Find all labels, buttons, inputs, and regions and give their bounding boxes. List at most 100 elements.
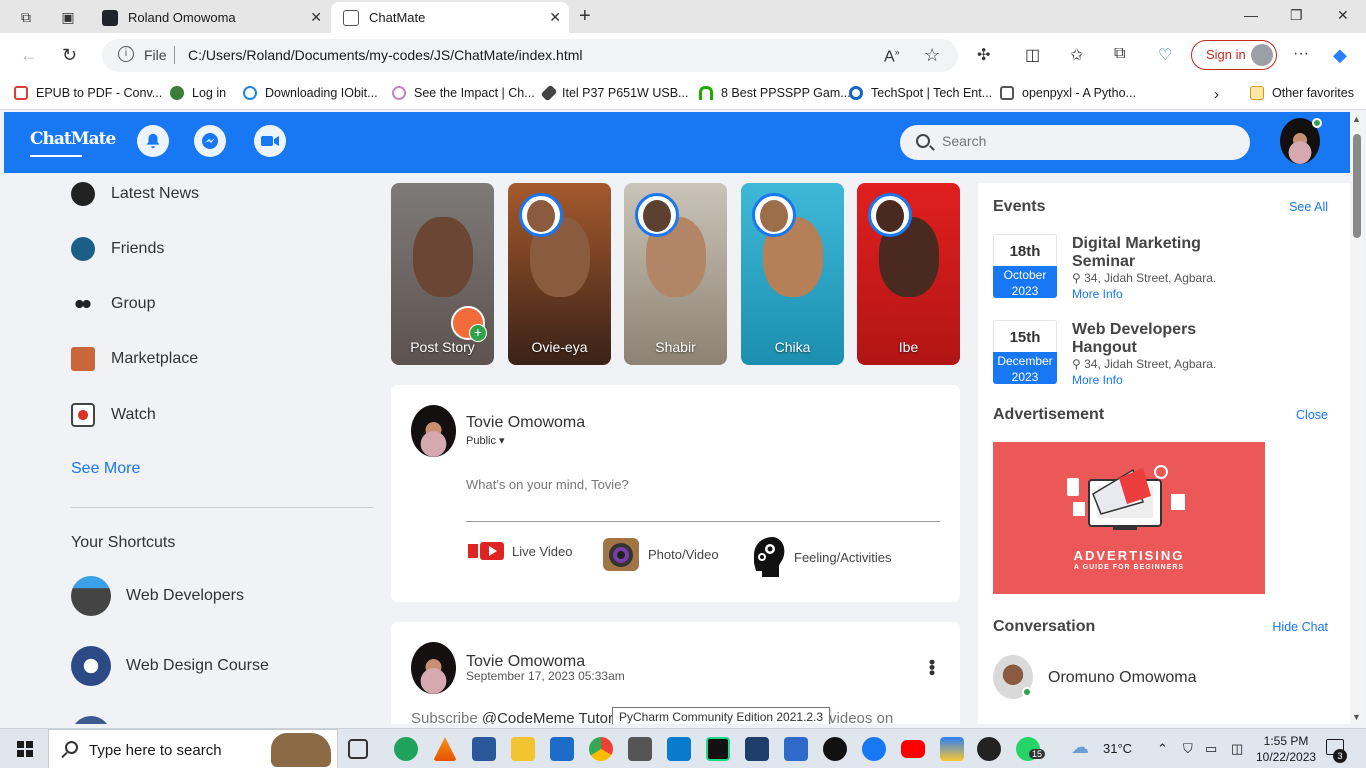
more-info-link[interactable]: More Info <box>1072 373 1123 387</box>
more-options-icon[interactable]: ••• <box>921 659 942 675</box>
calculator-icon[interactable] <box>628 737 652 761</box>
weather-cloud-icon[interactable]: ☁ <box>1071 737 1089 758</box>
youtube-icon[interactable] <box>901 740 925 758</box>
more-menu-icon[interactable]: ··· <box>1293 45 1309 63</box>
security-icon[interactable]: ⛉ <box>1183 741 1193 757</box>
app-logo[interactable]: ChatMate <box>30 129 116 157</box>
word-icon[interactable] <box>472 737 496 761</box>
story-shabir[interactable]: Shabir <box>624 183 727 365</box>
bookmark-item[interactable]: 8 Best PPSSPP Gam... <box>699 86 851 100</box>
taskbar-search[interactable]: Type here to search <box>48 729 338 768</box>
messenger-button[interactable] <box>194 125 226 157</box>
windows-start-icon[interactable] <box>17 741 33 757</box>
tab-chatmate[interactable]: ChatMate ✕ <box>331 2 569 33</box>
story-post-story[interactable]: Post Story <box>391 183 494 365</box>
add-story-icon[interactable] <box>451 306 487 342</box>
bookmarks-overflow-icon[interactable]: › <box>1214 86 1219 103</box>
minimize-icon[interactable]: — <box>1244 7 1258 23</box>
pycharm-icon[interactable] <box>706 737 730 761</box>
scroll-thumb[interactable] <box>1353 134 1361 238</box>
show-hidden-icons[interactable]: ⌃ <box>1157 741 1168 757</box>
privacy-dropdown[interactable]: Public ▾ <box>466 434 505 447</box>
shortcut-next[interactable] <box>71 716 126 724</box>
copilot-icon[interactable]: ◆ <box>1333 45 1347 66</box>
info-icon[interactable]: i <box>118 46 134 62</box>
sidebar-item-friends[interactable]: Friends <box>71 237 164 261</box>
sidebar-item-marketplace[interactable]: Marketplace <box>71 347 198 371</box>
task-view-icon[interactable] <box>348 739 368 759</box>
workspaces-icon[interactable]: ⧉ <box>16 7 36 27</box>
read-aloud-icon[interactable]: A» <box>884 47 900 66</box>
contact-name[interactable]: Oromuno Omowoma <box>1048 669 1197 687</box>
notifications-button[interactable] <box>137 125 169 157</box>
page-scrollbar[interactable]: ▲ ▼ <box>1350 112 1364 724</box>
story-ibe[interactable]: Ibe <box>857 183 960 365</box>
collections-icon[interactable]: ⧉ <box>1114 45 1125 63</box>
favorites-icon[interactable]: ✩ <box>1070 45 1083 65</box>
search-input[interactable] <box>942 133 1232 149</box>
sidebar-item-latest-news[interactable]: Latest News <box>71 182 199 206</box>
video-call-button[interactable] <box>254 125 286 157</box>
story-ovie-eya[interactable]: Ovie-eya <box>508 183 611 365</box>
url-text[interactable]: C:/Users/Roland/Documents/my-codes/JS/Ch… <box>188 47 582 63</box>
split-screen-icon[interactable]: ◫ <box>1025 45 1040 65</box>
bookmark-item[interactable]: openpyxl - A Pytho... <box>1000 86 1136 100</box>
see-more-link[interactable]: See More <box>71 460 140 478</box>
mention-link[interactable]: @CodeMeme Tutor <box>482 710 613 724</box>
more-info-link[interactable]: More Info <box>1072 287 1123 301</box>
see-all-link[interactable]: See All <box>1289 200 1328 214</box>
extensions-icon[interactable]: ✣ <box>977 45 990 65</box>
media-player-icon[interactable] <box>977 737 1001 761</box>
bookmark-item[interactable]: See the Impact | Ch... <box>392 86 535 100</box>
address-bar[interactable]: i File C:/Users/Roland/Documents/my-code… <box>102 39 958 72</box>
photo-video-button[interactable]: Photo/Video <box>602 535 719 573</box>
bookmark-item[interactable]: Itel P37 P651W USB... <box>540 84 688 102</box>
live-video-button[interactable]: Live Video <box>468 540 572 562</box>
vertical-tabs-icon[interactable]: ▣ <box>58 7 78 27</box>
facebook-icon[interactable] <box>862 737 886 761</box>
sign-in-button[interactable]: Sign in <box>1191 40 1277 70</box>
profile-avatar[interactable] <box>1280 118 1322 164</box>
story-chika[interactable]: Chika <box>741 183 844 365</box>
scroll-up-icon[interactable]: ▲ <box>1352 114 1361 124</box>
network-icon[interactable]: ◫ <box>1231 741 1243 757</box>
browser-essentials-icon[interactable]: ♡ <box>1158 45 1172 65</box>
github-icon[interactable] <box>823 737 847 761</box>
clock[interactable]: 1:55 PM 10/22/2023 <box>1256 733 1316 765</box>
ad-banner[interactable]: ADVERTISING A GUIDE FOR BEGINNERS <box>993 442 1265 594</box>
file-explorer-icon[interactable] <box>511 737 535 761</box>
close-tab-icon[interactable]: ✕ <box>310 9 322 26</box>
poster-name[interactable]: Tovie Omowoma <box>466 414 585 432</box>
feeling-activities-button[interactable]: Feeling/Activities <box>748 535 892 579</box>
chrome-icon[interactable] <box>589 737 613 761</box>
scroll-down-icon[interactable]: ▼ <box>1352 712 1361 722</box>
bookmark-item[interactable]: TechSpot | Tech Ent... <box>849 86 992 100</box>
battery-icon[interactable]: ▭ <box>1205 741 1217 757</box>
new-tab-icon[interactable]: + <box>579 5 591 28</box>
close-window-icon[interactable]: ✕ <box>1337 7 1349 24</box>
sidebar-item-group[interactable]: Group <box>71 292 155 316</box>
refresh-icon[interactable]: ↻ <box>62 45 77 66</box>
hide-chat-link[interactable]: Hide Chat <box>1272 620 1328 634</box>
vlc-icon[interactable] <box>433 737 457 761</box>
back-icon[interactable]: ← <box>20 45 38 66</box>
store-icon[interactable] <box>784 737 808 761</box>
sidebar-item-watch[interactable]: Watch <box>71 403 156 427</box>
tab-roland-omowoma[interactable]: Roland Omowoma ✕ <box>90 2 330 33</box>
shortcut-web-developers[interactable]: Web Developers <box>71 576 244 616</box>
close-ad-link[interactable]: Close <box>1296 408 1328 422</box>
close-tab-icon[interactable]: ✕ <box>549 9 561 26</box>
shortcut-web-design-course[interactable]: Web Design Course <box>71 646 269 686</box>
bookmark-item[interactable]: EPUB to PDF - Conv... <box>14 86 162 100</box>
post-input[interactable] <box>466 477 866 492</box>
mail-icon[interactable] <box>550 737 574 761</box>
notepad-icon[interactable] <box>745 737 769 761</box>
weather-temp[interactable]: 31°C <box>1103 741 1132 756</box>
bookmark-item[interactable]: Downloading IObit... <box>243 86 378 100</box>
photos-icon[interactable] <box>940 737 964 761</box>
favorite-star-icon[interactable]: ☆ <box>924 45 940 66</box>
other-favorites[interactable]: Other favorites <box>1250 86 1354 100</box>
vscode-icon[interactable] <box>667 737 691 761</box>
edge-icon[interactable] <box>394 737 418 761</box>
bookmark-item[interactable]: Log in <box>170 86 226 100</box>
